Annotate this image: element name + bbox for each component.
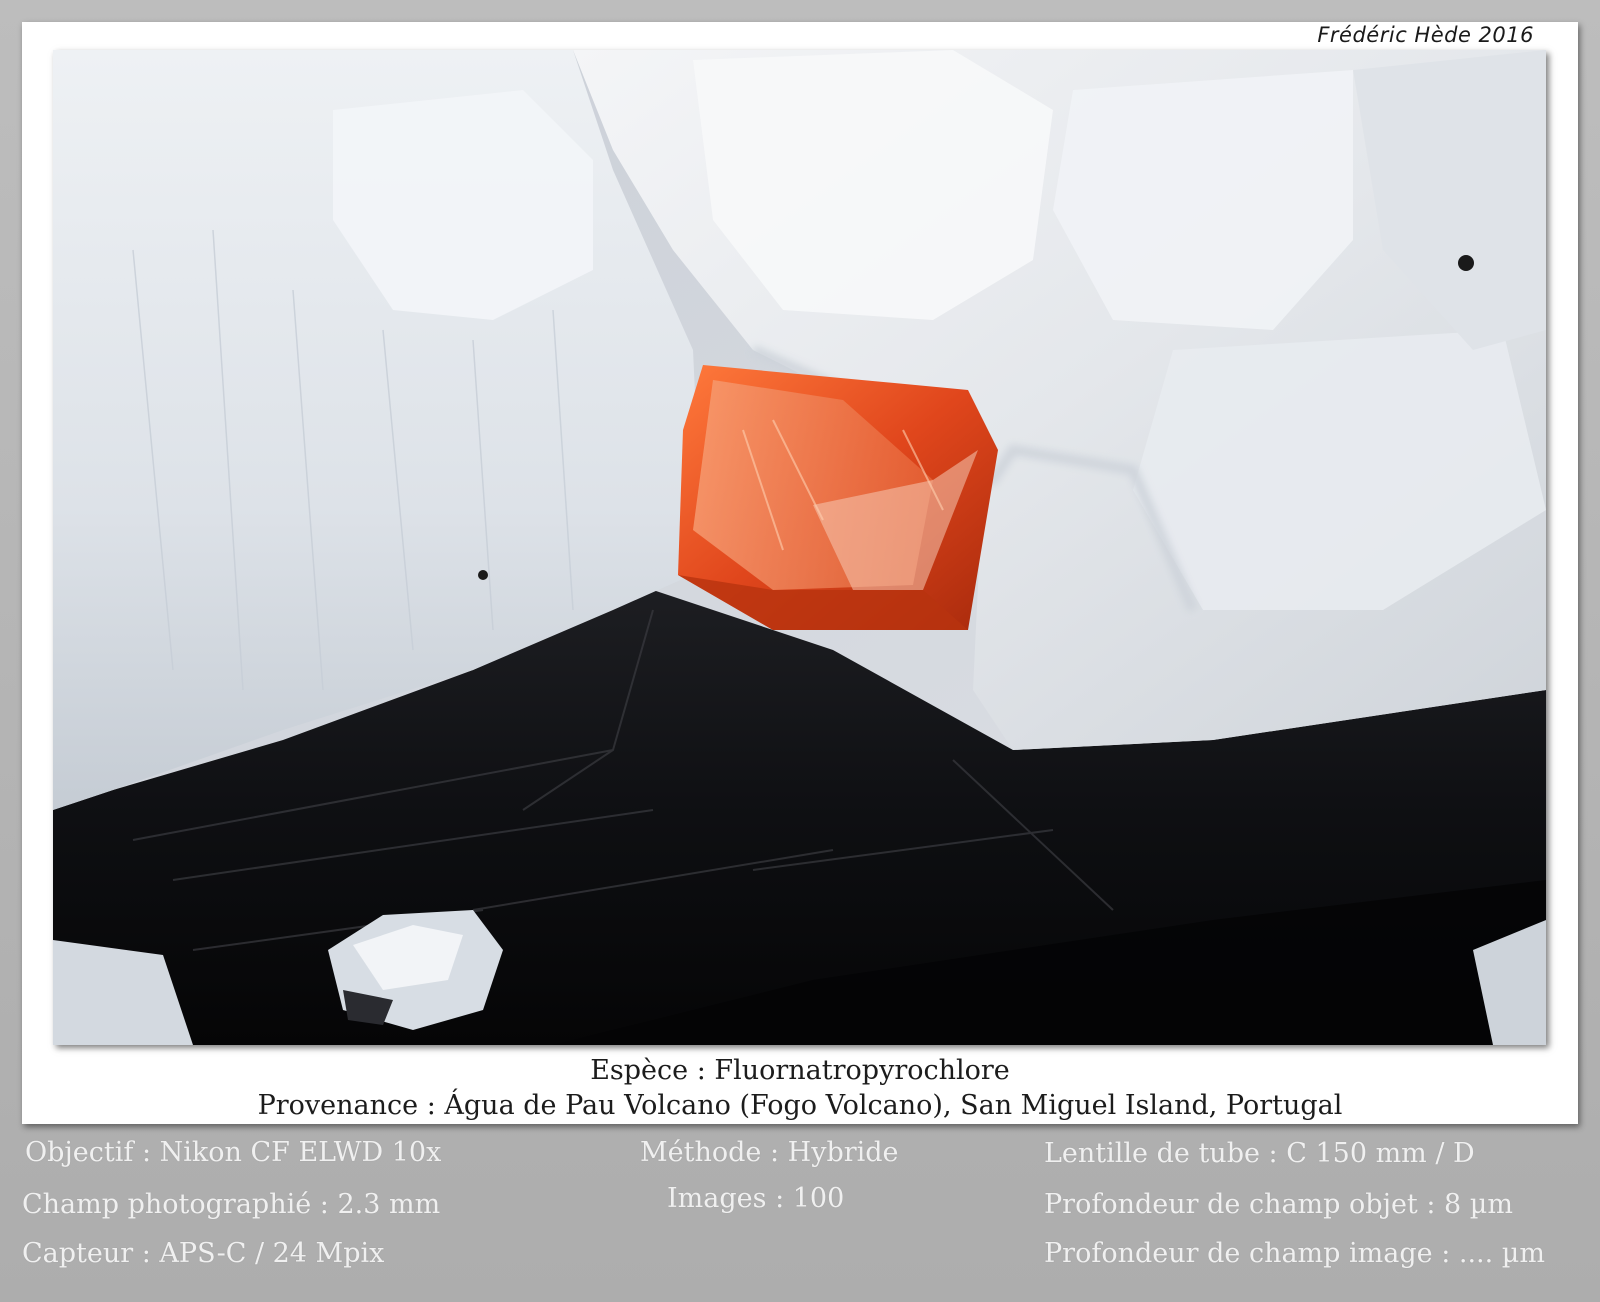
mineral-photo: [53, 50, 1546, 1045]
origin-caption: Provenance : Água de Pau Volcano (Fogo V…: [257, 1090, 1343, 1121]
meta-dof-image: Profondeur de champ image : .... µm: [1044, 1238, 1545, 1269]
meta-dof-object: Profondeur de champ objet : 8 µm: [1044, 1189, 1513, 1220]
meta-sensor: Capteur : APS-C / 24 Mpix: [22, 1238, 385, 1269]
photographer-signature: Frédéric Hède 2016: [1317, 23, 1534, 47]
meta-images: Images : 100: [667, 1183, 845, 1214]
meta-field: Champ photographié : 2.3 mm: [22, 1189, 441, 1220]
species-caption: Espèce : Fluornatropyrochlore: [590, 1055, 1010, 1086]
meta-objective: Objectif : Nikon CF ELWD 10x: [25, 1137, 442, 1168]
meta-method: Méthode : Hybride: [640, 1137, 899, 1168]
meta-tube-lens: Lentille de tube : C 150 mm / D: [1044, 1138, 1475, 1169]
mineral-photo-illustration: [53, 50, 1546, 1045]
fluornatropyrochlore-crystal: [678, 365, 998, 630]
